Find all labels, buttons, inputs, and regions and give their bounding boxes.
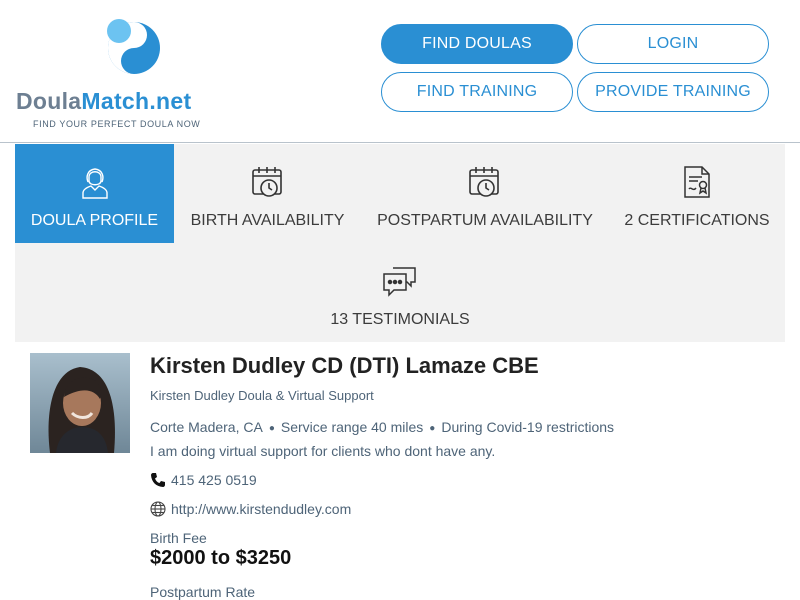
doula-name: Kirsten Dudley CD (DTI) Lamaze CBE: [150, 353, 539, 378]
find-doulas-button[interactable]: FIND DOULAS: [381, 24, 573, 64]
tab-postpartum-availability[interactable]: POSTPARTUM AVAILABILITY: [361, 144, 609, 243]
logo-word-doula: Doula: [16, 88, 82, 114]
tab-label: BIRTH AVAILABILITY: [190, 212, 345, 229]
find-training-button[interactable]: FIND TRAINING: [381, 72, 573, 112]
provide-training-button[interactable]: PROVIDE TRAINING: [577, 72, 769, 112]
birth-fee-value: $2000 to $3250: [150, 547, 292, 569]
website-link[interactable]: http://www.kirstendudley.com: [171, 501, 351, 517]
service-range-text: Service range 40 miles: [280, 419, 424, 435]
phone-icon: [150, 472, 166, 488]
tab-label: POSTPARTUM AVAILABILITY: [377, 212, 593, 229]
profile-tabs: DOULA PROFILE BIRTH AVAILABILITY POSTPAR: [15, 144, 785, 342]
phone-number[interactable]: 415 425 0519: [171, 472, 257, 488]
phone-row[interactable]: 415 425 0519: [150, 472, 257, 488]
location-info: Corte Madera, CA ● Service range 40 miles ●…: [150, 416, 620, 462]
birth-fee-label: Birth Fee: [150, 530, 207, 546]
postpartum-rate-label: Postpartum Rate: [150, 584, 256, 600]
separator-dot: ●: [429, 423, 436, 434]
location-text: Corte Madera, CA: [150, 419, 263, 435]
logo-word-match: Match.net: [81, 88, 192, 114]
tab-doula-profile[interactable]: DOULA PROFILE: [15, 144, 174, 243]
chat-bubbles-icon: [380, 261, 420, 301]
website-row[interactable]: http://www.kirstendudley.com: [150, 501, 351, 517]
logo-tagline: FIND YOUR PERFECT DOULA NOW: [33, 119, 201, 129]
tab-birth-availability[interactable]: BIRTH AVAILABILITY: [174, 144, 361, 243]
tab-label: DOULA PROFILE: [30, 212, 159, 229]
tab-label: 2 CERTIFICATIONS: [624, 212, 770, 229]
calendar-clock-icon: [465, 162, 505, 202]
doula-avatar-icon: [75, 162, 115, 202]
logo-mark-icon: [107, 19, 160, 74]
tab-certifications[interactable]: 2 CERTIFICATIONS: [609, 144, 785, 243]
certificate-icon: [677, 162, 717, 202]
site-header: DoulaMatch.net FIND YOUR PERFECT DOULA N…: [0, 0, 800, 143]
site-logo[interactable]: DoulaMatch.net FIND YOUR PERFECT DOULA N…: [16, 12, 226, 132]
login-button[interactable]: LOGIN: [577, 24, 769, 64]
doula-photo: [30, 353, 130, 453]
calendar-clock-icon: [248, 162, 288, 202]
business-name: Kirsten Dudley Doula & Virtual Support: [150, 388, 374, 403]
separator-dot: ●: [268, 423, 275, 434]
globe-icon: [150, 501, 166, 517]
logo-wordmark: DoulaMatch.net: [16, 88, 191, 115]
tab-testimonials[interactable]: 13 TESTIMONIALS: [300, 243, 500, 342]
tab-label: 13 TESTIMONIALS: [330, 311, 470, 328]
